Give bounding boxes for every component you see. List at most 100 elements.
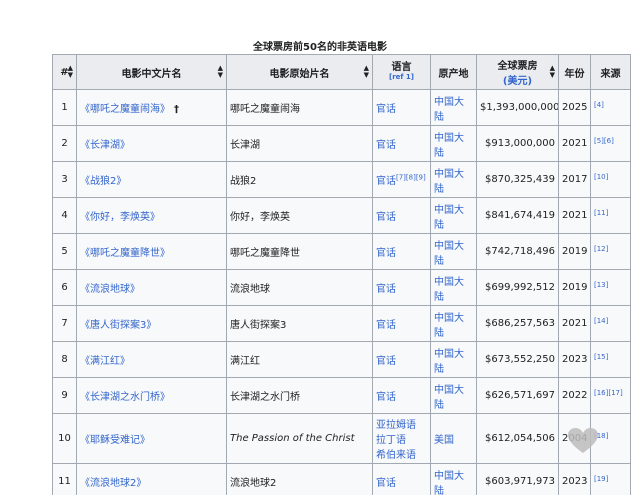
chinese-title-link[interactable]: 《哪吒之魔童闹海》	[80, 104, 170, 115]
year-cell: 2021	[558, 125, 591, 162]
col-header-year[interactable]: 年份	[558, 54, 591, 90]
sort-icon[interactable]: ▲ ▼	[68, 65, 73, 79]
chinese-title-link[interactable]: 《你好，李焕英》	[80, 212, 160, 223]
country-cell: 中国大陆	[430, 197, 477, 234]
source-ref-link[interactable]: [11]	[594, 209, 608, 217]
country-link[interactable]: 中国大陆	[434, 133, 464, 159]
rank-cell: 6	[52, 269, 77, 306]
year-cell: 2017	[558, 161, 591, 198]
source-ref-link[interactable]: [15]	[594, 353, 608, 361]
page: 全球票房前50名的非英语电影 # ▲ ▼ 电影中文片名 ▲ ▼ 电影原始片名 ▲ ▼ 语言[…	[0, 0, 640, 495]
source-cell: [14]	[590, 305, 631, 342]
year-cell: 2019	[558, 233, 591, 270]
sort-icon[interactable]: ▲ ▼	[364, 65, 369, 79]
country-link[interactable]: 中国大陆	[434, 277, 464, 303]
language-ref-link[interactable]: [7][8][9]	[396, 174, 426, 182]
chinese-title-link[interactable]: 《满江红》	[80, 356, 130, 367]
rank-cell: 3	[52, 161, 77, 198]
language-cell: 官话	[372, 377, 431, 414]
country-cell: 中国大陆	[430, 341, 477, 378]
table-row: 10 《耶稣受难记》 The Passion of the Christ 亚拉姆语 拉丁…	[52, 413, 631, 464]
original-title-cell: 流浪地球2	[226, 463, 373, 495]
language-link[interactable]: 希伯来语	[376, 450, 416, 461]
chinese-title-link[interactable]: 《唐人街探案3》	[80, 320, 156, 331]
language-cell: 官话	[372, 463, 431, 495]
table-row: 9 《长津湖之水门桥》 长津湖之水门桥 官话 中国大陆 $626,571,697 2022[…	[52, 377, 631, 414]
dagger-mark: †	[174, 104, 179, 115]
chinese-title-link[interactable]: 《战狼2》	[80, 176, 126, 187]
source-cell: [13]	[590, 269, 631, 306]
language-link[interactable]: 官话	[376, 212, 396, 223]
language-link[interactable]: 官话	[376, 104, 396, 115]
language-cell: 官话	[372, 305, 431, 342]
sort-icon[interactable]: ▲ ▼	[550, 65, 555, 79]
language-link[interactable]: 亚拉姆语	[376, 420, 416, 431]
country-link[interactable]: 中国大陆	[434, 205, 464, 231]
country-link[interactable]: 中国大陆	[434, 313, 464, 339]
usd-link[interactable]: (美元)	[503, 76, 532, 87]
source-ref-link[interactable]: [16][17]	[594, 389, 623, 397]
source-ref-link[interactable]: [14]	[594, 317, 608, 325]
col-header-chinese-title[interactable]: 电影中文片名 ▲ ▼	[76, 54, 227, 90]
country-link[interactable]: 中国大陆	[434, 385, 464, 411]
col-header-number[interactable]: # ▲ ▼	[52, 54, 77, 90]
chinese-title-link[interactable]: 《哪吒之魔童降世》	[80, 248, 170, 259]
rank-cell: 2	[52, 125, 77, 162]
gross-cell: $870,325,439	[476, 161, 559, 198]
country-link[interactable]: 美国	[434, 435, 454, 446]
source-cell: [4]	[590, 89, 631, 126]
chinese-title-cell: 《你好，李焕英》	[76, 197, 227, 234]
chinese-title-cell: 《长津湖之水门桥》	[76, 377, 227, 414]
country-link[interactable]: 中国大陆	[434, 169, 464, 195]
chinese-title-link[interactable]: 《长津湖》	[80, 140, 130, 151]
rank-cell: 11	[52, 463, 77, 495]
rank-cell: 5	[52, 233, 77, 270]
country-link[interactable]: 中国大陆	[434, 97, 464, 123]
language-link[interactable]: 官话	[376, 140, 396, 151]
rank-cell: 8	[52, 341, 77, 378]
source-ref-link[interactable]: [10]	[594, 173, 608, 181]
language-ref-link[interactable]: [ref 1]	[389, 73, 414, 81]
language-link[interactable]: 官话	[376, 248, 396, 259]
language-link[interactable]: 官话	[376, 356, 396, 367]
rank-cell: 10	[52, 413, 77, 464]
gross-cell: $913,000,000	[476, 125, 559, 162]
language-link[interactable]: 官话	[376, 478, 396, 489]
col-header-language[interactable]: 语言 [ref 1]	[372, 54, 431, 90]
table-row: 1 《哪吒之魔童闹海》 † 哪吒之魔童闹海 官话 中国大陆 $1,393,000,000 20…	[52, 89, 631, 126]
chinese-title-link[interactable]: 《长津湖之水门桥》	[80, 392, 170, 403]
sort-icon[interactable]: ▲ ▼	[218, 65, 223, 79]
country-cell: 中国大陆	[430, 305, 477, 342]
col-header-gross[interactable]: 全球票房 (美元) ▲ ▼	[476, 54, 559, 90]
source-ref-link[interactable]: [4]	[594, 101, 604, 109]
source-ref-link[interactable]: [5][6]	[594, 137, 614, 145]
chinese-title-cell: 《哪吒之魔童闹海》 †	[76, 89, 227, 126]
language-link[interactable]: 官话	[376, 320, 396, 331]
col-header-country[interactable]: 原产地	[430, 54, 477, 90]
language-link[interactable]: 官话	[376, 176, 396, 187]
col-header-original-title[interactable]: 电影原始片名 ▲ ▼	[226, 54, 373, 90]
chinese-title-link[interactable]: 《耶稣受难记》	[80, 435, 150, 446]
source-ref-link[interactable]: [12]	[594, 245, 608, 253]
country-cell: 中国大陆	[430, 89, 477, 126]
language-link[interactable]: 官话	[376, 392, 396, 403]
original-title-cell: 你好，李焕英	[226, 197, 373, 234]
language-link[interactable]: 官话	[376, 284, 396, 295]
chinese-title-link[interactable]: 《流浪地球2》	[80, 478, 146, 489]
chinese-title-cell: 《流浪地球2》	[76, 463, 227, 495]
source-ref-link[interactable]: [19]	[594, 475, 608, 483]
country-link[interactable]: 中国大陆	[434, 471, 464, 495]
gross-cell: $686,257,563	[476, 305, 559, 342]
source-ref-link[interactable]: [13]	[594, 281, 608, 289]
source-cell: [15]	[590, 341, 631, 378]
source-cell: [19]	[590, 463, 631, 495]
language-link[interactable]: 拉丁语	[376, 435, 406, 446]
country-link[interactable]: 中国大陆	[434, 241, 464, 267]
chinese-title-link[interactable]: 《流浪地球》	[80, 284, 140, 295]
country-link[interactable]: 中国大陆	[434, 349, 464, 375]
heart-icon	[568, 428, 598, 453]
language-cell: 官话[7][8][9]	[372, 161, 431, 198]
chinese-title-cell: 《战狼2》	[76, 161, 227, 198]
country-cell: 美国	[430, 413, 477, 464]
col-header-source: 来源	[590, 54, 631, 90]
